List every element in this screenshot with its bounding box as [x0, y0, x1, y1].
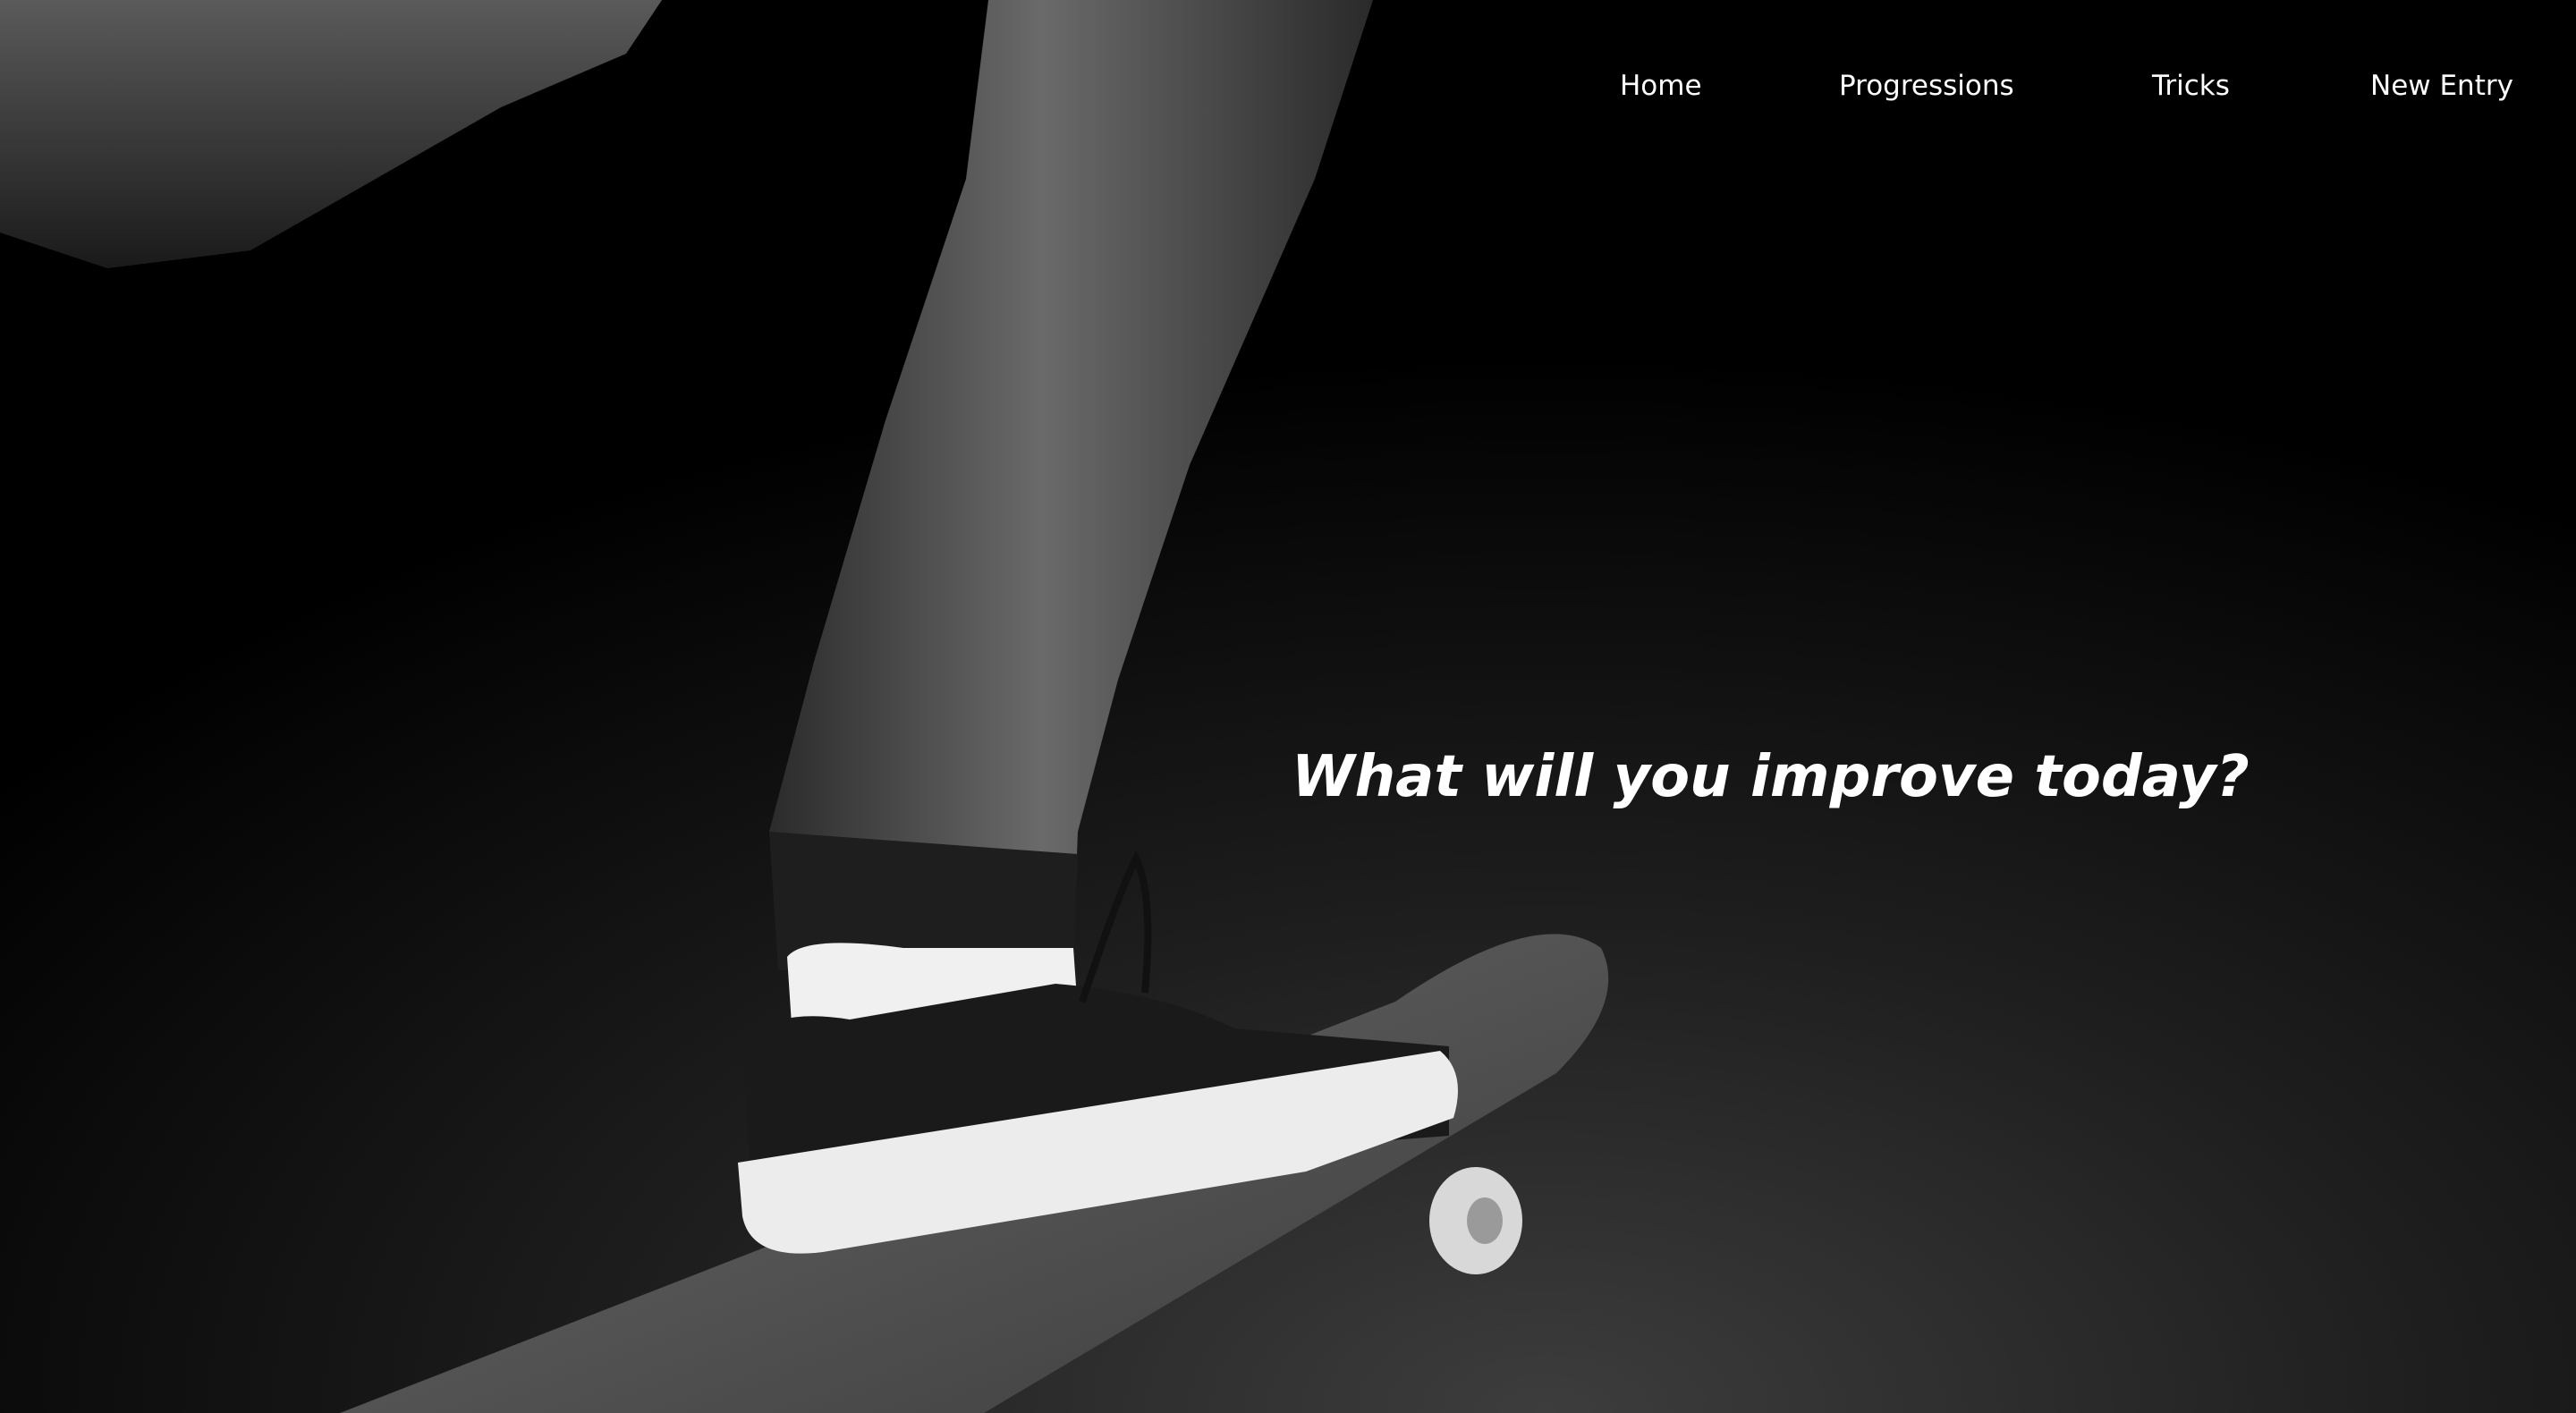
nav-home-link[interactable]: Home	[1620, 70, 1702, 102]
nav-progressions-link[interactable]: Progressions	[1839, 70, 2014, 102]
skateboard-hero-image	[0, 0, 2576, 1413]
hero-section: Home Progressions Tricks New Entry What …	[0, 0, 2576, 1413]
nav-new-entry-link[interactable]: New Entry	[2370, 70, 2513, 102]
hero-headline: What will you improve today?	[1292, 744, 2250, 810]
nav-tricks-link[interactable]: Tricks	[2152, 70, 2230, 102]
